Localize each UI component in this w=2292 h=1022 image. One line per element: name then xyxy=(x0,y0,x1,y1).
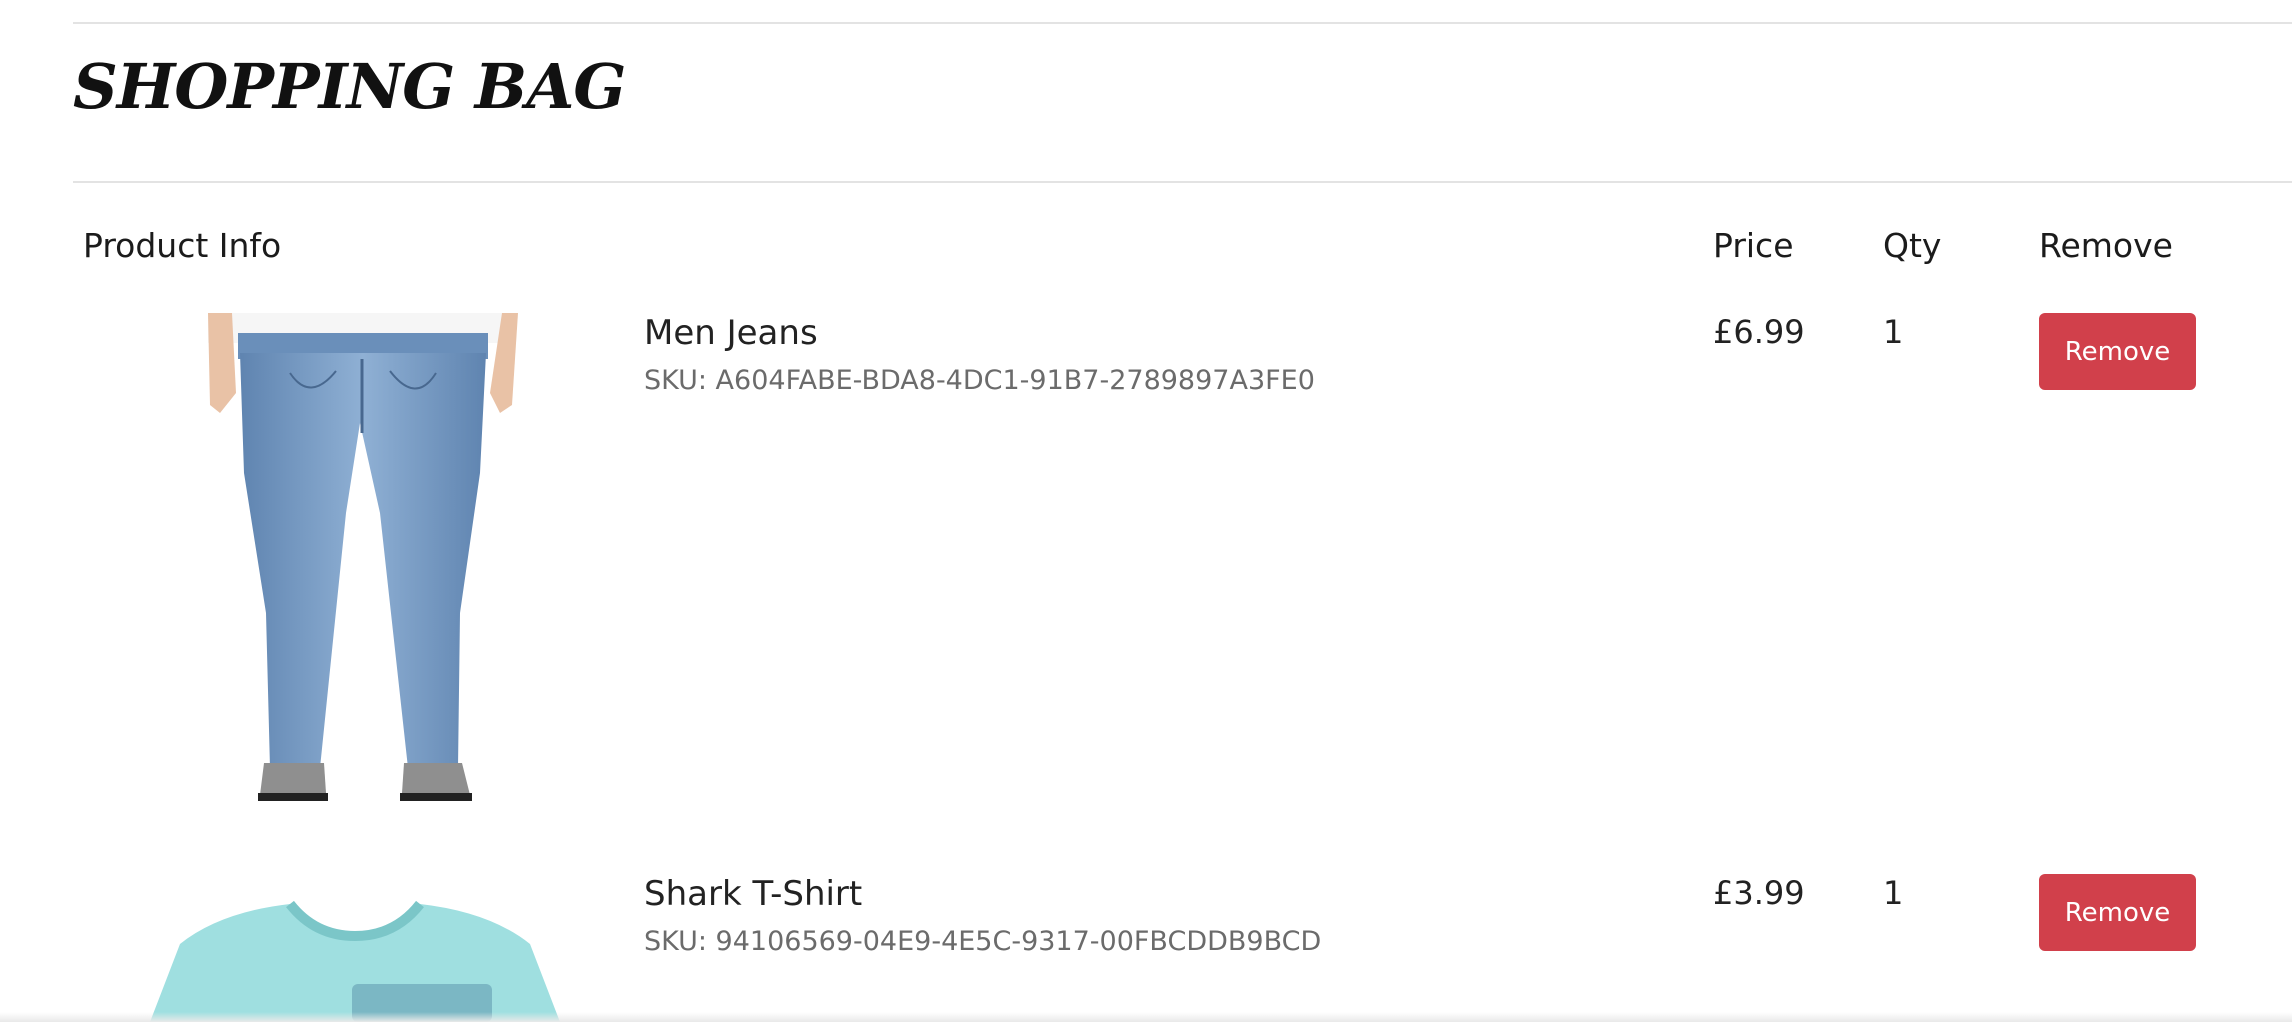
table-row: Shark T-Shirt SKU: 94106569-04E9-4E5C-93… xyxy=(0,874,2292,1022)
product-price: £3.99 xyxy=(1713,874,1805,912)
column-header-remove: Remove xyxy=(2039,226,2173,265)
title-divider xyxy=(73,181,2292,183)
jeans-image xyxy=(208,313,518,801)
top-divider xyxy=(73,22,2292,24)
table-row: Men Jeans SKU: A604FABE-BDA8-4DC1-91B7-2… xyxy=(0,313,2292,813)
column-header-qty: Qty xyxy=(1883,226,1942,265)
product-image[interactable] xyxy=(140,313,570,813)
product-price: £6.99 xyxy=(1713,313,1805,351)
product-sku: SKU: 94106569-04E9-4E5C-9317-00FBCDDB9BC… xyxy=(644,926,1322,957)
remove-button[interactable]: Remove xyxy=(2039,313,2196,390)
product-sku: SKU: A604FABE-BDA8-4DC1-91B7-2789897A3FE… xyxy=(644,365,1315,396)
viewport-bottom-edge xyxy=(0,1012,2292,1022)
product-name[interactable]: Shark T-Shirt xyxy=(644,874,862,914)
page-title: SHOPPING BAG xyxy=(73,50,626,123)
column-header-product: Product Info xyxy=(83,226,282,265)
product-qty: 1 xyxy=(1883,874,1904,912)
remove-button[interactable]: Remove xyxy=(2039,874,2196,951)
product-name[interactable]: Men Jeans xyxy=(644,313,818,353)
product-image[interactable] xyxy=(140,874,570,1022)
column-header-price: Price xyxy=(1713,226,1794,265)
product-qty: 1 xyxy=(1883,313,1904,351)
tshirt-image xyxy=(150,900,560,1022)
